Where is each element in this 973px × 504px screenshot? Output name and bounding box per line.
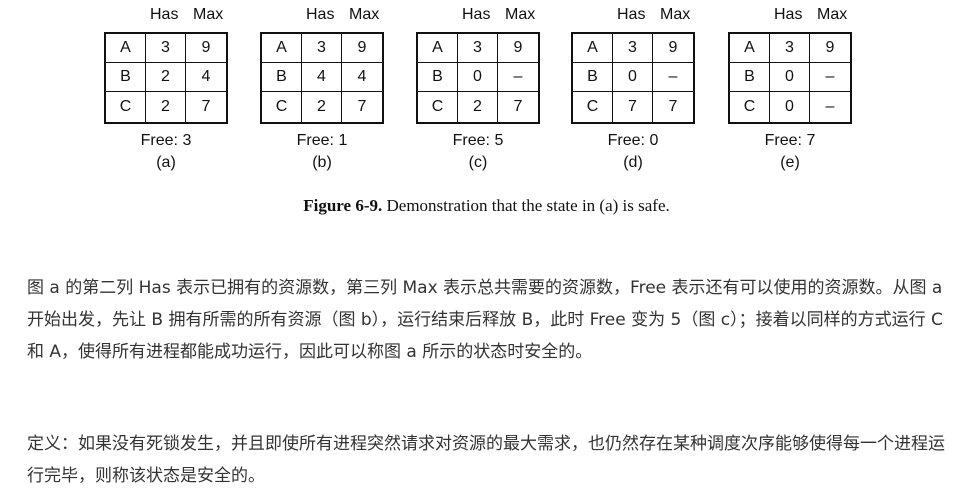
col-header-has: Has xyxy=(306,6,335,23)
free-count: Free: 5 xyxy=(452,132,504,149)
has-value: 2 xyxy=(302,92,342,122)
process-name: A xyxy=(106,34,146,63)
process-name: B xyxy=(730,63,770,92)
col-header-has: Has xyxy=(150,6,179,23)
process-name: B xyxy=(573,63,613,92)
max-value: – xyxy=(653,63,693,92)
has-value: 3 xyxy=(146,34,186,63)
col-header-max: Max xyxy=(349,6,380,23)
has-value: 3 xyxy=(458,34,498,63)
process-name: C xyxy=(418,92,458,122)
has-value: 2 xyxy=(146,92,186,122)
process-name: B xyxy=(262,63,302,92)
col-header-has: Has xyxy=(462,6,491,23)
state-label: (c) xyxy=(468,154,488,171)
has-value: 0 xyxy=(458,63,498,92)
max-value: 9 xyxy=(653,34,693,63)
state-label: (b) xyxy=(312,154,332,171)
max-value: – xyxy=(498,63,538,92)
col-header-has: Has xyxy=(774,6,803,23)
resource-table: A 3 9 B 4 4 C 2 7 xyxy=(260,32,384,124)
process-name: A xyxy=(730,34,770,63)
process-name: A xyxy=(573,34,613,63)
free-count: Free: 7 xyxy=(764,132,816,149)
has-value: 0 xyxy=(770,63,810,92)
col-header-has: Has xyxy=(617,6,646,23)
figure-caption: Figure 6-9. Demonstration that the state… xyxy=(0,196,973,216)
resource-table: A 3 9 B 2 4 C 2 7 xyxy=(104,32,228,124)
process-name: C xyxy=(730,92,770,122)
has-value: 2 xyxy=(146,63,186,92)
figure-6-9: Has Max A 3 9 B 2 4 C 2 7 Free: 3 (a) Ha… xyxy=(0,0,973,230)
has-value: 4 xyxy=(302,63,342,92)
resource-table: A 3 9 B 0 – C 7 7 xyxy=(571,32,695,124)
process-name: C xyxy=(106,92,146,122)
has-value: 2 xyxy=(458,92,498,122)
free-count: Free: 3 xyxy=(140,132,192,149)
state-label: (a) xyxy=(156,154,176,171)
caption-text: Demonstration that the state in (a) is s… xyxy=(382,196,670,215)
state-label: (d) xyxy=(623,154,643,171)
max-value: 7 xyxy=(668,98,678,115)
has-value: 7 xyxy=(613,92,653,122)
col-header-max: Max xyxy=(660,6,691,23)
has-value: 0 xyxy=(613,63,653,92)
has-value: 0 xyxy=(770,92,810,122)
max-value: 9 xyxy=(810,34,850,63)
max-value: – xyxy=(810,63,850,92)
max-value: 7 xyxy=(513,98,523,115)
process-name: C xyxy=(262,92,302,122)
max-value: 4 xyxy=(342,63,382,92)
definition-paragraph: 定义：如果没有死锁发生，并且即使所有进程突然请求对资源的最大需求，也仍然存在某种… xyxy=(27,434,945,486)
explanation-paragraph: 图 a 的第二列 Has 表示已拥有的资源数，第三列 Max 表示总共需要的资源… xyxy=(27,278,943,362)
free-count: Free: 0 xyxy=(607,132,659,149)
resource-table: A 3 9 B 0 – C 2 7 xyxy=(416,32,540,124)
has-value: 3 xyxy=(770,34,810,63)
max-value: 7 xyxy=(201,98,211,115)
max-value: 9 xyxy=(498,34,538,63)
process-name: C xyxy=(573,92,613,122)
col-header-max: Max xyxy=(817,6,848,23)
process-name: B xyxy=(106,63,146,92)
process-name: A xyxy=(262,34,302,63)
has-value: 3 xyxy=(613,34,653,63)
max-value: 4 xyxy=(186,63,226,92)
state-label: (e) xyxy=(780,154,800,171)
process-name: B xyxy=(418,63,458,92)
col-header-max: Max xyxy=(505,6,536,23)
max-value: 9 xyxy=(342,34,382,63)
has-value: 3 xyxy=(302,34,342,63)
process-name: A xyxy=(418,34,458,63)
max-value: 9 xyxy=(186,34,226,63)
max-value: 7 xyxy=(357,98,367,115)
caption-label: Figure 6-9. xyxy=(303,196,383,215)
resource-table: A 3 9 B 0 – C 0 – xyxy=(728,32,852,124)
max-value: – xyxy=(825,98,835,115)
col-header-max: Max xyxy=(193,6,224,23)
free-count: Free: 1 xyxy=(296,132,348,149)
